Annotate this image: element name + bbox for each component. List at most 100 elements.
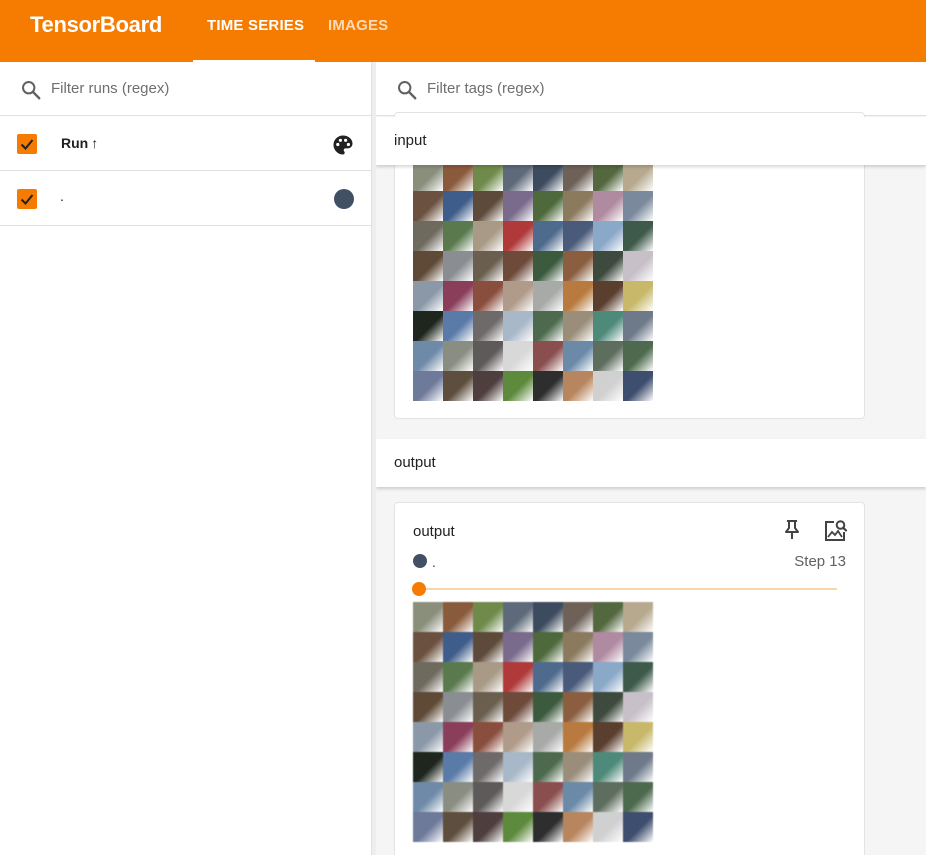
image-tile bbox=[443, 371, 473, 401]
image-tile bbox=[623, 782, 653, 812]
image-tile bbox=[413, 311, 443, 341]
run-color-swatch[interactable] bbox=[334, 189, 354, 209]
image-tile bbox=[443, 221, 473, 251]
image-tile bbox=[503, 752, 533, 782]
palette-icon[interactable] bbox=[331, 133, 355, 157]
step-slider-track[interactable] bbox=[417, 588, 837, 590]
image-tile bbox=[533, 752, 563, 782]
image-tile bbox=[473, 692, 503, 722]
image-tile bbox=[443, 602, 473, 632]
image-tile bbox=[623, 692, 653, 722]
image-tile bbox=[563, 251, 593, 281]
checkmark-icon bbox=[20, 139, 34, 150]
image-tile bbox=[593, 662, 623, 692]
image-tile bbox=[503, 191, 533, 221]
image-tile bbox=[593, 602, 623, 632]
image-tile bbox=[413, 191, 443, 221]
image-tile bbox=[563, 191, 593, 221]
image-tile bbox=[593, 341, 623, 371]
image-tile bbox=[593, 371, 623, 401]
image-tile bbox=[503, 812, 533, 842]
image-tile bbox=[563, 161, 593, 191]
runs-filter-input[interactable]: Filter runs (regex) bbox=[51, 80, 169, 97]
image-tile bbox=[473, 191, 503, 221]
run-column-label: Run bbox=[61, 135, 89, 151]
image-tile bbox=[443, 281, 473, 311]
run-checkbox[interactable] bbox=[17, 189, 37, 209]
image-tile bbox=[473, 722, 503, 752]
image-grid-output[interactable] bbox=[413, 602, 653, 842]
image-tile bbox=[473, 161, 503, 191]
tags-filter[interactable]: Filter tags (regex) bbox=[376, 62, 926, 116]
image-tile bbox=[593, 221, 623, 251]
run-column-header[interactable]: Run ↑ bbox=[61, 135, 98, 151]
image-tile bbox=[443, 341, 473, 371]
image-tile bbox=[413, 812, 443, 842]
image-tile bbox=[563, 341, 593, 371]
image-tile bbox=[623, 341, 653, 371]
image-tile bbox=[623, 371, 653, 401]
image-tile bbox=[473, 251, 503, 281]
search-icon bbox=[22, 81, 41, 100]
image-tile bbox=[443, 752, 473, 782]
image-tile bbox=[413, 632, 443, 662]
image-tile bbox=[443, 161, 473, 191]
image-tile bbox=[593, 251, 623, 281]
image-tile bbox=[473, 662, 503, 692]
checkmark-icon bbox=[20, 194, 34, 205]
step-label: Step 13 bbox=[794, 553, 846, 570]
image-tile bbox=[593, 191, 623, 221]
image-tile bbox=[473, 371, 503, 401]
image-tile bbox=[623, 311, 653, 341]
image-tile bbox=[503, 221, 533, 251]
group-header-input[interactable]: input bbox=[376, 117, 926, 165]
image-tile bbox=[593, 311, 623, 341]
tab-images[interactable]: IMAGES bbox=[328, 17, 388, 34]
image-tile bbox=[413, 341, 443, 371]
image-tile bbox=[533, 722, 563, 752]
tab-time-series[interactable]: TIME SERIES bbox=[207, 17, 304, 34]
tags-filter-input[interactable]: Filter tags (regex) bbox=[427, 80, 545, 97]
image-tile bbox=[443, 191, 473, 221]
image-tile bbox=[503, 371, 533, 401]
step-slider-thumb[interactable] bbox=[412, 582, 426, 596]
image-tile bbox=[563, 752, 593, 782]
image-tile bbox=[593, 752, 623, 782]
image-tile bbox=[533, 782, 563, 812]
runs-filter[interactable]: Filter runs (regex) bbox=[0, 62, 371, 116]
image-tile bbox=[503, 692, 533, 722]
image-tile bbox=[563, 281, 593, 311]
image-tile bbox=[623, 251, 653, 281]
image-tile bbox=[503, 632, 533, 662]
brand-logo[interactable]: TensorBoard bbox=[30, 12, 162, 38]
image-tile bbox=[503, 281, 533, 311]
image-tile bbox=[563, 782, 593, 812]
time-series-main: Filter tags (regex) input output output … bbox=[376, 62, 926, 855]
image-tile bbox=[413, 692, 443, 722]
image-search-icon[interactable] bbox=[822, 518, 848, 544]
image-tile bbox=[533, 161, 563, 191]
image-tile bbox=[413, 722, 443, 752]
image-tile bbox=[473, 602, 503, 632]
image-grid-input[interactable] bbox=[413, 161, 653, 401]
image-tile bbox=[413, 371, 443, 401]
image-tile bbox=[593, 812, 623, 842]
image-tile bbox=[413, 782, 443, 812]
image-tile bbox=[623, 662, 653, 692]
image-tile bbox=[593, 722, 623, 752]
image-tile bbox=[563, 812, 593, 842]
run-row[interactable]: . bbox=[0, 172, 371, 226]
group-header-output[interactable]: output bbox=[376, 439, 926, 487]
image-tile bbox=[473, 341, 503, 371]
group-title: output bbox=[394, 454, 436, 471]
select-all-checkbox[interactable] bbox=[17, 134, 37, 154]
pin-icon[interactable] bbox=[780, 518, 804, 542]
image-tile bbox=[623, 221, 653, 251]
image-tile bbox=[623, 281, 653, 311]
image-tile bbox=[533, 632, 563, 662]
image-tile bbox=[413, 602, 443, 632]
top-app-bar: TensorBoard TIME SERIES IMAGES bbox=[0, 0, 926, 62]
image-tile bbox=[533, 371, 563, 401]
image-tile bbox=[563, 311, 593, 341]
image-tile bbox=[503, 602, 533, 632]
